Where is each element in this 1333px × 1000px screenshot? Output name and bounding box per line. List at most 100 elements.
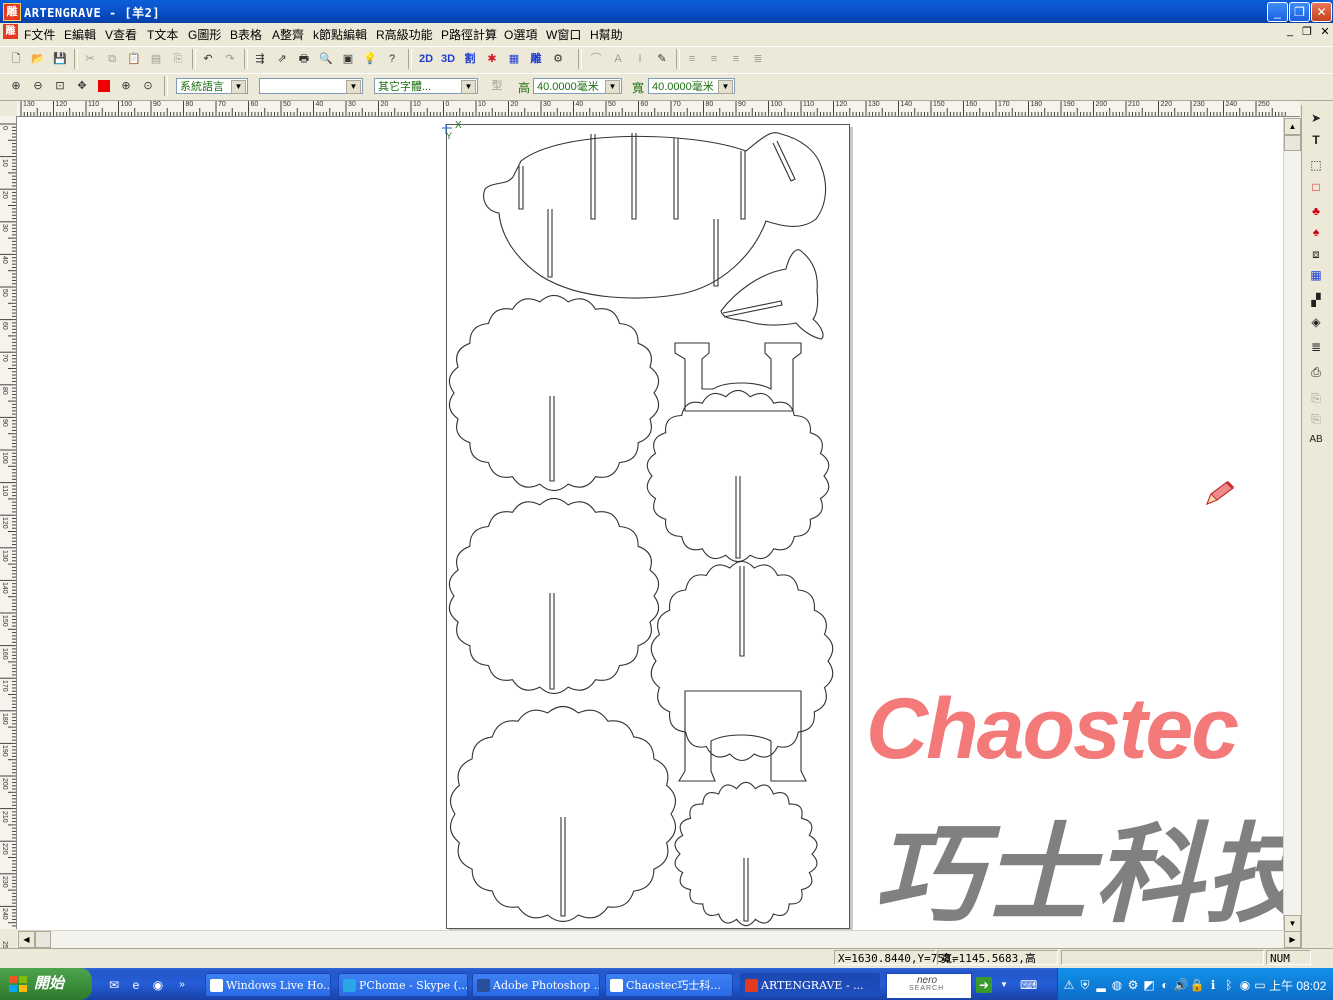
tip-lightbulb-icon[interactable]: 💡 xyxy=(360,49,380,69)
tray-tool-icon[interactable]: ⚙ xyxy=(1125,977,1141,993)
sheep-body-piece[interactable] xyxy=(483,132,827,299)
quicklaunch-more-icon[interactable]: » xyxy=(174,977,190,993)
zoom-fit-icon[interactable]: ⊡ xyxy=(50,76,70,96)
horizontal-scroll-thumb[interactable] xyxy=(35,931,51,948)
text-tool-icon[interactable]: T xyxy=(1305,130,1327,150)
print-preview-icon[interactable]: 🔍 xyxy=(316,49,336,69)
tray-globe-icon[interactable]: ◍ xyxy=(1109,977,1125,993)
tray-lan-icon[interactable]: ◩ xyxy=(1141,977,1157,993)
spell-check-icon[interactable]: AB xyxy=(1305,430,1327,450)
height-select[interactable]: 40.0000毫米 ▼ xyxy=(533,78,622,94)
open-folder-icon[interactable]: 📂 xyxy=(28,49,48,69)
mode-2d-button[interactable]: 2D xyxy=(416,49,436,69)
text-edit-icon[interactable]: ✎ xyxy=(652,49,672,69)
import-icon[interactable]: ⇶ xyxy=(250,49,270,69)
vertical-ruler[interactable]: 0 10 20 30 40 50 60 70 80 90 100 110 120 130 140 150 160… xyxy=(0,116,17,953)
text-frame-icon[interactable]: A xyxy=(608,49,628,69)
menu-view[interactable]: V查看 xyxy=(105,26,137,43)
mdi-close-button[interactable]: ✕ xyxy=(1318,25,1332,38)
paste-special-icon[interactable]: ▤ xyxy=(146,49,166,69)
zoom-out-icon[interactable]: ⊖ xyxy=(28,76,48,96)
paste-icon[interactable]: 📋 xyxy=(124,49,144,69)
disabled-tool-2-icon[interactable]: ⎘ xyxy=(1305,409,1327,429)
page-tool-icon[interactable]: ⎙ xyxy=(1305,362,1327,382)
pan-icon[interactable]: ✥ xyxy=(72,76,92,96)
italic-icon[interactable]: I xyxy=(630,49,650,69)
align-right-icon[interactable]: ≡ xyxy=(726,49,746,69)
path-icon[interactable]: ✱ xyxy=(482,49,502,69)
machine-icon[interactable]: ⚙ xyxy=(548,49,568,69)
menu-edit[interactable]: E編輯 xyxy=(64,26,96,43)
front-legs-piece[interactable] xyxy=(674,342,802,412)
tray-lock-icon[interactable]: 🔒 xyxy=(1189,977,1205,993)
mdi-restore-button[interactable]: ❐ xyxy=(1300,25,1314,38)
horizontal-scrollbar[interactable] xyxy=(17,930,1283,948)
page-area[interactable] xyxy=(446,124,850,929)
sheep-head-piece[interactable] xyxy=(720,249,824,340)
scalloped-disc[interactable] xyxy=(646,389,830,563)
quicklaunch-ie-icon[interactable]: e xyxy=(128,977,144,993)
quicklaunch-media-icon[interactable]: ◉ xyxy=(150,977,166,993)
tray-bluetooth-icon[interactable]: ᛒ xyxy=(1221,977,1237,993)
tray-display-icon[interactable]: ▭ xyxy=(1252,977,1268,993)
document-icon[interactable]: 雕 xyxy=(3,24,18,39)
align-justify-icon[interactable]: ≣ xyxy=(748,49,768,69)
nero-dropdown-icon[interactable]: ▼ xyxy=(996,977,1012,993)
leg-disc-pieces[interactable] xyxy=(448,294,834,927)
tray-volume-icon[interactable]: 🔊 xyxy=(1173,977,1189,993)
select-arrow-icon[interactable]: ➤ xyxy=(1305,108,1327,128)
menu-file[interactable]: F文件 xyxy=(24,26,55,43)
menu-graphics[interactable]: G圖形 xyxy=(188,26,221,43)
menu-table[interactable]: B表格 xyxy=(230,26,262,43)
task-skype[interactable]: PChome - Skype (... xyxy=(338,973,468,997)
shape-tool-icon[interactable]: ♣ xyxy=(1305,201,1327,221)
scroll-down-button[interactable]: ▼ xyxy=(1284,915,1301,932)
font-script-select[interactable]: ▼ xyxy=(259,78,363,94)
help-question-icon[interactable]: ? xyxy=(382,49,402,69)
quicklaunch-outlook-icon[interactable]: ✉ xyxy=(106,977,122,993)
zoom-in-icon[interactable]: ⊕ xyxy=(6,76,26,96)
zoom-all-icon[interactable]: ⊙ xyxy=(138,76,158,96)
tray-signal-icon[interactable]: ▂ xyxy=(1093,977,1109,993)
zoom-page-icon[interactable]: ⊕ xyxy=(116,76,136,96)
save-icon[interactable]: 💾 xyxy=(50,49,70,69)
clone-icon[interactable]: ⎘ xyxy=(168,49,188,69)
scalloped-disc[interactable] xyxy=(650,560,834,762)
width-select[interactable]: 40.0000毫米 ▼ xyxy=(648,78,735,94)
hatch-icon[interactable]: ▦ xyxy=(504,49,524,69)
color-fill-icon[interactable] xyxy=(94,76,114,96)
scalloped-disc[interactable] xyxy=(450,705,676,923)
task-photoshop[interactable]: Adobe Photoshop ... xyxy=(472,973,600,997)
redo-icon[interactable]: ↷ xyxy=(220,49,240,69)
app-icon[interactable]: 雕 xyxy=(3,3,21,21)
menu-advanced[interactable]: R高級功能 xyxy=(376,26,433,43)
menu-path-calc[interactable]: P路徑計算 xyxy=(441,26,497,43)
menu-text[interactable]: T文本 xyxy=(147,26,178,43)
copy-icon[interactable]: ⧉ xyxy=(102,49,122,69)
tray-shield-icon[interactable]: ⛨ xyxy=(1077,977,1093,993)
horizontal-ruler[interactable]: 130 120 110 100 90 80 70 60 50 40 30 20 10 0 10 20 30 40 5… xyxy=(17,101,1300,117)
scalloped-disc[interactable] xyxy=(674,781,818,927)
rectangle-tool-icon[interactable]: □ xyxy=(1305,177,1327,197)
scroll-left-button[interactable]: ◀ xyxy=(18,931,35,948)
scroll-up-button[interactable]: ▲ xyxy=(1284,118,1301,135)
close-button[interactable]: ✕ xyxy=(1311,2,1332,22)
nero-search-box[interactable]: nero SEARCH xyxy=(886,973,972,999)
undo-icon[interactable]: ↶ xyxy=(198,49,218,69)
new-file-icon[interactable]: 🗋 xyxy=(6,49,26,69)
language-select[interactable]: 系統語言 ▼ xyxy=(176,78,248,94)
table-tool-icon[interactable]: ▦ xyxy=(1305,265,1327,285)
minimize-button[interactable]: _ xyxy=(1267,2,1288,22)
task-chaostec[interactable]: Chaostec巧士科... xyxy=(605,973,733,997)
cut-icon[interactable]: ✂ xyxy=(80,49,100,69)
vertical-scroll-thumb[interactable] xyxy=(1284,135,1301,151)
tray-network-icon[interactable]: ⚠ xyxy=(1061,977,1077,993)
paragraph-tool-icon[interactable]: ≣ xyxy=(1305,337,1327,357)
curve-tool-icon[interactable]: ♠ xyxy=(1305,222,1327,242)
nero-go-icon[interactable]: ➜ xyxy=(976,977,992,993)
page-setup-icon[interactable]: ▣ xyxy=(338,49,358,69)
mode-3d-button[interactable]: 3D xyxy=(438,49,458,69)
menu-align[interactable]: A整齊 xyxy=(272,26,304,43)
engrave-button[interactable]: 雕 xyxy=(526,49,546,69)
print-icon[interactable]: 🖶 xyxy=(294,49,314,69)
